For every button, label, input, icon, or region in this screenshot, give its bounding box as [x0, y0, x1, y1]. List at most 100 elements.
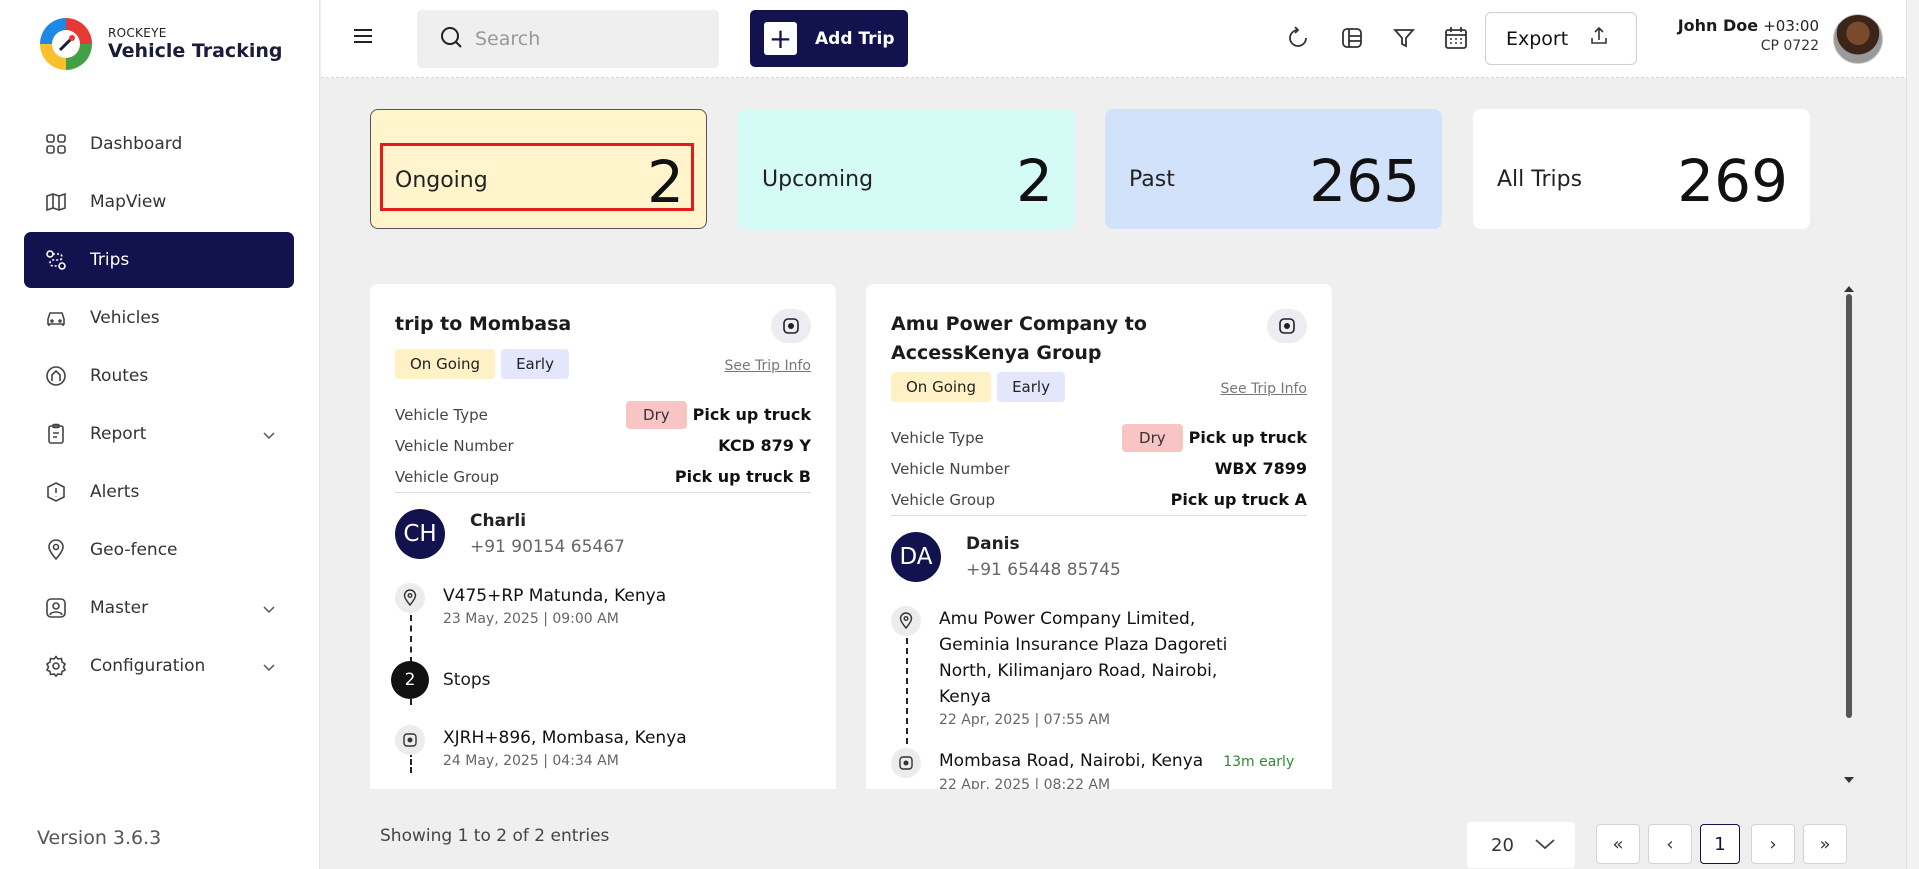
last-page-button[interactable]: »: [1803, 824, 1847, 864]
brand-title: Vehicle Tracking: [108, 40, 283, 62]
sidebar-item-trips[interactable]: Trips: [24, 232, 294, 288]
routes-icon: [44, 364, 68, 388]
driver-name: Charli: [470, 511, 527, 531]
page-number-button[interactable]: 1: [1700, 824, 1740, 864]
trip-timeline: Amu Power Company Limited, Geminia Insur…: [891, 606, 1307, 789]
scroll-down-arrow[interactable]: [1844, 777, 1854, 783]
chevron-down-icon[interactable]: [262, 426, 276, 446]
topbar: + Add Trip Export John Doe +03:00 CP 072…: [321, 0, 1919, 78]
next-page-button[interactable]: ›: [1751, 824, 1795, 864]
chevron-left-icon: ‹: [1666, 833, 1674, 855]
sidebar-item-label: Trips: [90, 250, 130, 270]
sidebar-item-label: Configuration: [90, 656, 206, 676]
user-timezone: +03:00: [1763, 17, 1819, 35]
chevron-down-icon[interactable]: [262, 658, 276, 678]
scroll-up-arrow[interactable]: [1844, 286, 1854, 292]
timing-badge: Early: [997, 372, 1065, 402]
columns-icon[interactable]: [1338, 24, 1366, 52]
sidebar-item-routes[interactable]: Routes: [24, 348, 294, 404]
dry-tag: Dry: [1122, 423, 1183, 452]
sidebar-nav: Dashboard MapView Trips Vehicles Routes …: [24, 116, 294, 696]
vehicle-number-value: WBX 7899: [1214, 459, 1307, 478]
location-pin-icon: [891, 606, 921, 636]
refresh-icon[interactable]: [1284, 24, 1312, 52]
trip-action-icon[interactable]: [771, 309, 811, 343]
sidebar-item-label: MapView: [90, 192, 167, 212]
stat-value: 269: [1677, 147, 1788, 215]
calendar-icon[interactable]: [1442, 24, 1470, 52]
sidebar-item-dashboard[interactable]: Dashboard: [24, 116, 294, 172]
vehicle-group-value: Pick up truck B: [674, 467, 811, 486]
avatar[interactable]: [1833, 14, 1883, 64]
page-size-select[interactable]: 20: [1467, 822, 1575, 868]
sidebar-item-master[interactable]: Master: [24, 580, 294, 636]
sidebar-item-configuration[interactable]: Configuration: [24, 638, 294, 694]
vehicle-number-label: Vehicle Number: [891, 459, 1010, 478]
alert-icon: [44, 480, 68, 504]
search-box[interactable]: [417, 10, 719, 68]
destination-date: 24 May, 2025 | 04:34 AM: [443, 753, 619, 769]
trip-card[interactable]: trip to Mombasa On Going Early See Trip …: [370, 284, 836, 789]
stops-count[interactable]: 2: [391, 661, 429, 699]
stat-card-ongoing[interactable]: Ongoing 2: [370, 109, 707, 229]
menu-icon[interactable]: [351, 26, 375, 46]
filter-icon[interactable]: [1390, 24, 1418, 52]
gear-icon: [44, 654, 68, 678]
origin-address: Amu Power Company Limited, Geminia Insur…: [939, 609, 1228, 707]
sidebar-item-label: Alerts: [90, 482, 140, 502]
car-icon: [44, 306, 68, 330]
search-icon: [439, 25, 463, 53]
previous-page-button[interactable]: ‹: [1648, 824, 1692, 864]
page-size-value: 20: [1491, 834, 1514, 856]
sidebar-item-mapview[interactable]: MapView: [24, 174, 294, 230]
trip-action-icon[interactable]: [1267, 309, 1307, 343]
driver-avatar: CH: [395, 509, 445, 559]
user-code: CP 0722: [1760, 38, 1819, 54]
see-trip-info-link[interactable]: See Trip Info: [724, 358, 811, 374]
sidebar-item-label: Routes: [90, 366, 149, 386]
map-icon: [44, 190, 68, 214]
route-icon: [44, 248, 68, 272]
search-input[interactable]: [475, 28, 705, 50]
stat-label: Upcoming: [762, 167, 874, 192]
sidebar-item-label: Report: [90, 424, 147, 444]
chevron-down-icon: [1534, 835, 1556, 856]
vehicle-group-label: Vehicle Group: [891, 490, 996, 509]
grid-icon: [44, 132, 68, 156]
stat-label: Ongoing: [395, 168, 488, 193]
plus-icon: +: [764, 22, 797, 55]
see-trip-info-link[interactable]: See Trip Info: [1220, 381, 1307, 397]
stat-value: 265: [1309, 147, 1420, 215]
export-label: Export: [1506, 27, 1569, 50]
page-scrollbar-track[interactable]: [1906, 0, 1919, 869]
sidebar-item-report[interactable]: Report: [24, 406, 294, 462]
timing-badge: Early: [501, 349, 569, 379]
trip-timeline: V475+RP Matunda, Kenya 23 May, 2025 | 09…: [391, 583, 811, 773]
sidebar-item-geo-fence[interactable]: Geo-fence: [24, 522, 294, 578]
stops-label: Stops: [443, 670, 491, 690]
clipboard-icon: [44, 422, 68, 446]
stat-card-all-trips[interactable]: All Trips 269: [1473, 109, 1810, 229]
user-info[interactable]: John Doe +03:00 CP 0722: [1673, 16, 1819, 54]
stat-value: 2: [1016, 147, 1053, 215]
add-trip-button[interactable]: + Add Trip: [750, 10, 908, 67]
destination-icon: [891, 748, 921, 778]
first-page-button[interactable]: «: [1596, 824, 1640, 864]
origin-address: V475+RP Matunda, Kenya: [443, 586, 667, 606]
trip-card[interactable]: Amu Power Company to AccessKenya Group O…: [866, 284, 1332, 789]
stat-card-upcoming[interactable]: Upcoming 2: [738, 109, 1075, 229]
dry-tag: Dry: [626, 400, 687, 429]
destination-date: 22 Apr, 2025 | 08:22 AM: [939, 777, 1111, 789]
export-button[interactable]: Export: [1485, 12, 1637, 65]
sidebar-item-vehicles[interactable]: Vehicles: [24, 290, 294, 346]
app-logo[interactable]: ROCKEYE Vehicle Tracking: [36, 14, 282, 74]
origin-date: 22 Apr, 2025 | 07:55 AM: [939, 712, 1111, 728]
chevron-right-icon: ›: [1769, 833, 1777, 855]
chevron-down-icon[interactable]: [262, 600, 276, 620]
sidebar-item-label: Dashboard: [90, 134, 183, 154]
sidebar-item-alerts[interactable]: Alerts: [24, 464, 294, 520]
double-chevron-left-icon: «: [1612, 833, 1624, 855]
stat-card-past[interactable]: Past 265: [1105, 109, 1442, 229]
vertical-scrollbar[interactable]: [1846, 294, 1852, 718]
trip-title: Amu Power Company to AccessKenya Group: [891, 313, 1147, 364]
